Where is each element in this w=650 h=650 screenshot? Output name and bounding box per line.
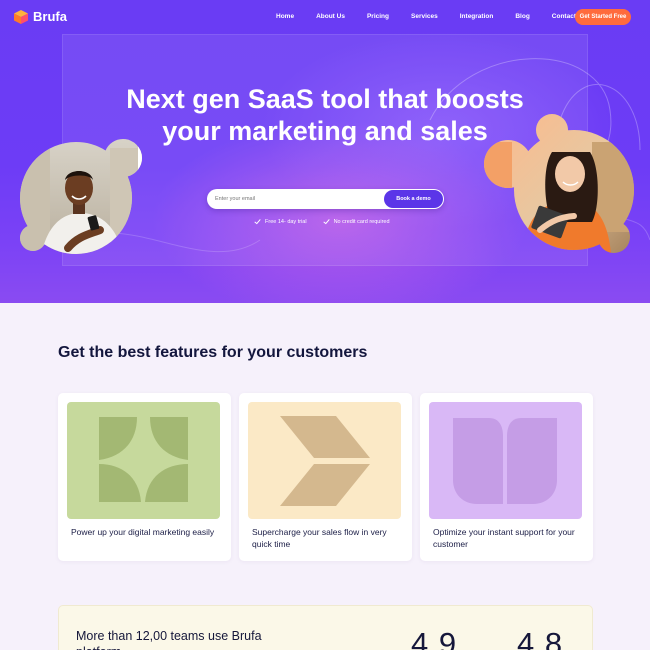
benefit-label: No credit card required xyxy=(333,218,390,225)
feature-card-image xyxy=(429,402,582,519)
leaf-shapes-icon xyxy=(99,417,188,502)
stat-rating: 4.9 xyxy=(411,626,458,650)
parallelogram-shapes-icon xyxy=(280,416,370,506)
get-started-button[interactable]: Get Started Free xyxy=(575,9,631,25)
benefit-label: Free 14- day trial xyxy=(265,218,307,225)
brand-logo[interactable]: Brufa xyxy=(14,9,67,24)
feature-card-text: Supercharge your sales flow in very quic… xyxy=(252,527,387,549)
feature-card[interactable]: Power up your digital marketing easily xyxy=(58,393,231,561)
feature-card-image xyxy=(248,402,401,519)
check-icon xyxy=(322,219,330,225)
features-title: Get the best features for your customers xyxy=(58,344,368,361)
feature-card[interactable]: Supercharge your sales flow in very quic… xyxy=(239,393,412,561)
woman-with-tablet-photo xyxy=(484,114,634,253)
stats-headline: More than 12,00 teams use Brufa platform xyxy=(76,629,262,650)
stats-banner: More than 12,00 teams use Brufa platform… xyxy=(58,605,593,650)
nav-link-pricing[interactable]: Pricing xyxy=(367,13,389,20)
nav-link-contact[interactable]: Contact xyxy=(552,13,576,20)
hero-title: Next gen SaaS tool that boosts your mark… xyxy=(126,84,524,146)
email-signup-form: Book a demo xyxy=(207,189,444,209)
nav-link-home[interactable]: Home xyxy=(276,13,294,20)
feature-card-text: Optimize your instant support for your c… xyxy=(433,527,575,549)
man-with-phone-photo xyxy=(20,139,142,254)
hero-benefits: Free 14- day trial No credit card requir… xyxy=(254,218,390,225)
book-demo-button[interactable]: Book a demo xyxy=(384,190,443,208)
check-icon xyxy=(254,219,261,225)
feature-card[interactable]: Optimize your instant support for your c… xyxy=(420,393,593,561)
nav-link-about[interactable]: About Us xyxy=(316,13,345,20)
nav-links: Home About Us Pricing Services Integrati… xyxy=(276,13,576,20)
nav-link-integration[interactable]: Integration xyxy=(460,13,494,20)
benefit-item: Free 14- day trial xyxy=(254,218,307,225)
nav-link-services[interactable]: Services xyxy=(411,13,438,20)
top-nav: Brufa Home About Us Pricing Services Int… xyxy=(0,0,650,34)
email-input[interactable] xyxy=(215,189,385,209)
brand-name: Brufa xyxy=(33,9,67,24)
hero-section: Brufa Home About Us Pricing Services Int… xyxy=(0,0,650,303)
stat-rating: 4.8 xyxy=(517,626,564,650)
cube-logo-icon xyxy=(14,9,28,24)
feature-card-image xyxy=(67,402,220,519)
feature-card-text: Power up your digital marketing easily xyxy=(71,527,215,537)
book-shapes-icon xyxy=(453,418,557,504)
nav-link-blog[interactable]: Blog xyxy=(515,13,529,20)
benefit-item: No credit card required xyxy=(322,218,390,225)
